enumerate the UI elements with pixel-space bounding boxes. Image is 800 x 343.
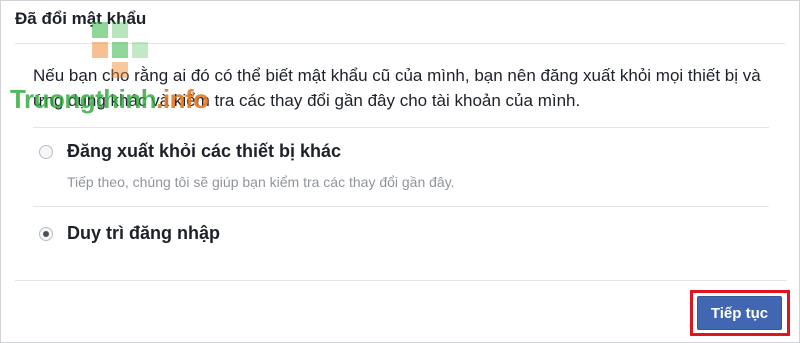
option-label[interactable]: Đăng xuất khỏi các thiết bị khác (67, 141, 341, 162)
continue-button[interactable]: Tiếp tục (697, 296, 782, 330)
footer-divider (15, 280, 787, 281)
option-sublabel: Tiếp theo, chúng tôi sẽ giúp bạn kiểm tr… (67, 174, 455, 190)
options-divider-top (33, 127, 769, 128)
dialog-description: Nếu bạn cho rằng ai đó có thể biết mật k… (33, 66, 761, 110)
title-divider (15, 43, 785, 44)
option-label[interactable]: Duy trì đăng nhập (67, 223, 220, 244)
radio-checked-icon[interactable] (39, 227, 53, 241)
options-divider-middle (33, 206, 769, 207)
radio-unchecked-icon[interactable] (39, 145, 53, 159)
password-changed-dialog: Đã đổi mật khẩu Nếu bạn cho rằng ai đó c… (0, 0, 800, 343)
dialog-title: Đã đổi mật khẩu (15, 9, 147, 28)
